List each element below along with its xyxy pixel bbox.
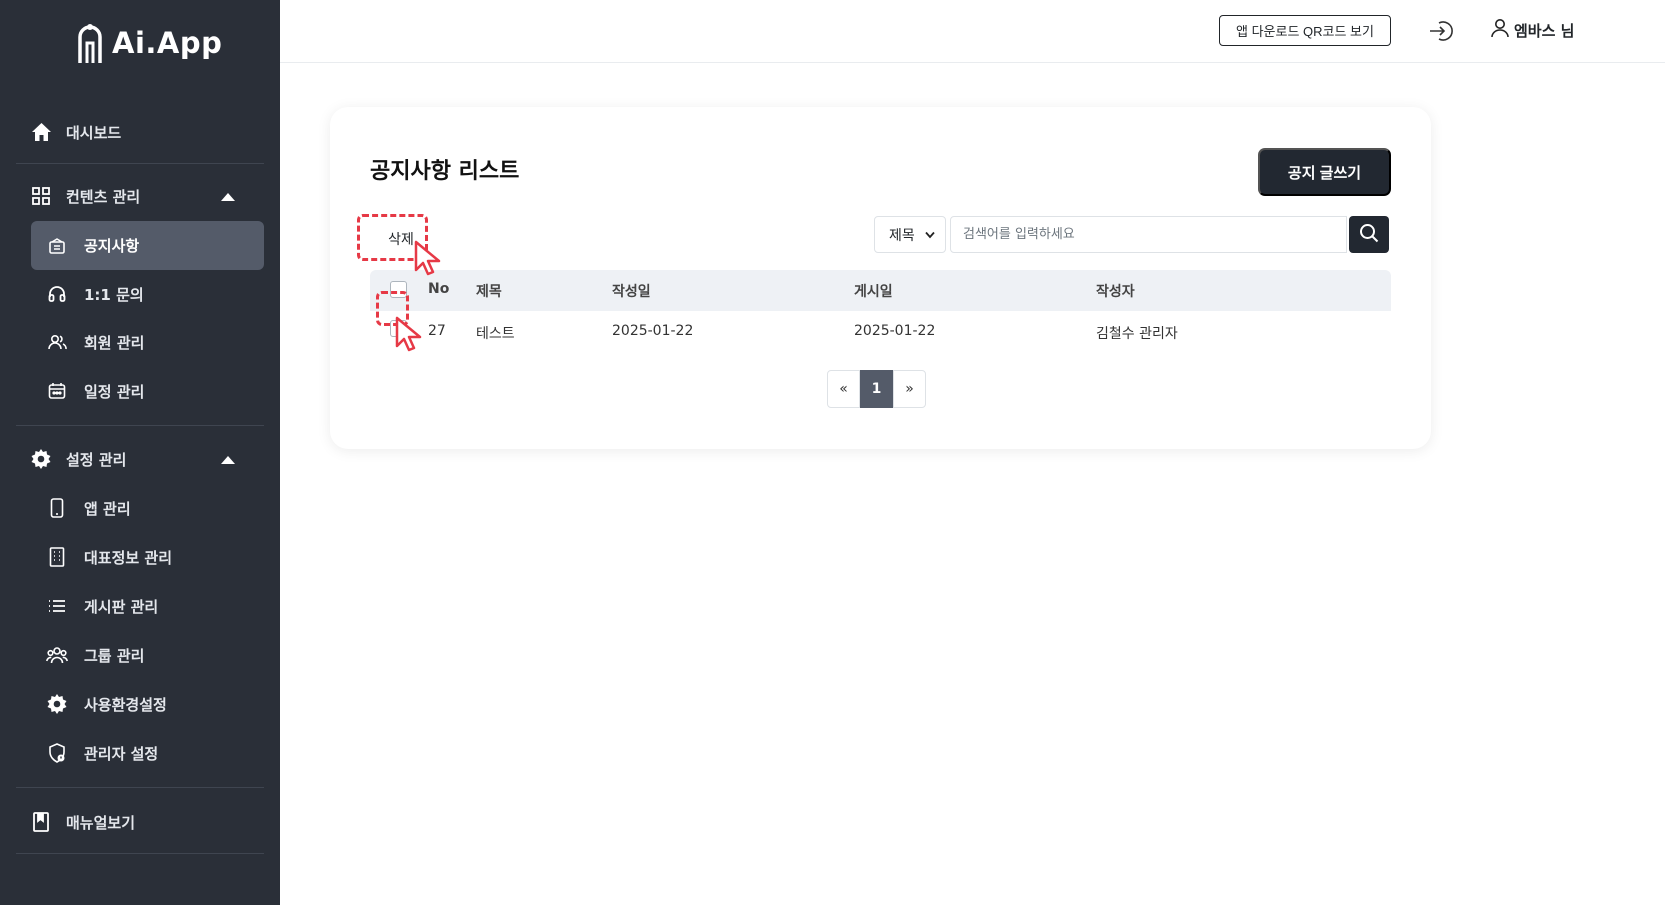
logo-icon [78, 24, 102, 63]
building-icon [46, 546, 68, 568]
row-created-date: 2025-01-22 [612, 323, 694, 339]
sidebar-item-manual[interactable]: 매뉴얼보기 [30, 811, 135, 833]
search-button[interactable] [1349, 216, 1389, 253]
sidebar: Ai.App 대시보드 컨텐츠 관리 공지사항 1:1 문의 회원 관리 일정 … [0, 0, 280, 905]
sidebar-item-notice[interactable]: 공지사항 [31, 221, 264, 270]
column-header-no: No [428, 281, 450, 297]
headset-icon [46, 283, 68, 305]
sidebar-group-label: 설정 관리 [66, 450, 127, 469]
table-header: No 제목 작성일 게시일 작성자 [370, 270, 1391, 311]
search-input[interactable] [950, 216, 1347, 253]
user-menu[interactable]: 엠바스 님 [1490, 18, 1574, 42]
top-header [280, 0, 1665, 63]
sidebar-item-environment[interactable]: 사용환경설정 [46, 693, 167, 715]
admin-shield-icon [46, 742, 68, 764]
write-notice-button[interactable]: 공지 글쓰기 [1258, 148, 1391, 196]
sidebar-item-schedule[interactable]: 일정 관리 [46, 380, 144, 402]
search-field-value: 제목 [889, 227, 915, 244]
sidebar-item-dashboard[interactable]: 대시보드 [30, 121, 121, 143]
gear-icon [46, 693, 68, 715]
column-header-title: 제목 [476, 284, 502, 300]
gear-icon [30, 448, 52, 470]
chevron-up-icon[interactable] [221, 456, 235, 464]
sidebar-item-company-info[interactable]: 대표정보 관리 [46, 546, 172, 568]
sidebar-item-label: 일정 관리 [84, 382, 145, 401]
column-header-posted: 게시일 [854, 284, 893, 300]
column-header-created: 작성일 [612, 284, 651, 300]
user-name: 엠바스 님 [1514, 21, 1575, 40]
sidebar-item-inquiry[interactable]: 1:1 문의 [46, 283, 144, 305]
logo-text: Ai.App [112, 26, 223, 60]
page-title: 공지사항 리스트 [370, 159, 520, 184]
search-field-select[interactable]: 제목 [874, 216, 946, 253]
home-icon [30, 121, 52, 143]
users-icon [46, 331, 68, 353]
pagination-page[interactable]: 1 [860, 370, 893, 408]
group-icon [46, 644, 68, 666]
book-icon [30, 811, 52, 833]
sidebar-item-label: 앱 관리 [84, 499, 131, 518]
cursor-pointer-icon [395, 316, 422, 352]
pagination: « 1 » [827, 370, 926, 408]
sidebar-item-label: 사용환경설정 [84, 695, 167, 714]
calendar-icon [46, 380, 68, 402]
sidebar-item-app[interactable]: 앱 관리 [46, 497, 131, 519]
sidebar-item-board[interactable]: 게시판 관리 [46, 595, 158, 617]
mobile-icon [46, 497, 68, 519]
row-title[interactable]: 테스트 [476, 323, 515, 343]
sidebar-item-label: 대시보드 [66, 123, 122, 142]
pagination-prev[interactable]: « [827, 370, 860, 408]
sidebar-item-label: 공지사항 [84, 237, 140, 255]
sidebar-group-label: 컨텐츠 관리 [66, 187, 141, 206]
sidebar-group-settings[interactable]: 설정 관리 [30, 448, 126, 470]
sidebar-divider [16, 853, 264, 854]
sidebar-item-label: 회원 관리 [84, 333, 145, 352]
qr-download-button[interactable]: 앱 다운로드 QR코드 보기 [1219, 15, 1391, 46]
chevron-down-icon [925, 227, 935, 243]
column-header-author: 작성자 [1096, 284, 1135, 300]
sidebar-divider [16, 163, 264, 164]
sidebar-item-members[interactable]: 회원 관리 [46, 331, 144, 353]
cursor-pointer-icon [414, 240, 441, 276]
sidebar-divider [16, 425, 264, 426]
sidebar-item-label: 매뉴얼보기 [66, 813, 136, 832]
search-icon [1359, 223, 1379, 246]
sidebar-item-label: 1:1 문의 [84, 285, 144, 304]
sidebar-item-label: 그룹 관리 [84, 646, 145, 665]
row-author: 김철수 관리자 [1096, 326, 1178, 342]
user-icon [1490, 18, 1510, 42]
logout-icon[interactable] [1427, 17, 1455, 45]
pagination-next[interactable]: » [893, 370, 926, 408]
sidebar-item-label: 관리자 설정 [84, 744, 159, 763]
sidebar-item-group[interactable]: 그룹 관리 [46, 644, 144, 666]
notice-icon [46, 235, 68, 257]
list-icon [46, 595, 68, 617]
row-no: 27 [428, 323, 446, 339]
app-logo[interactable]: Ai.App [74, 20, 222, 66]
table-row[interactable]: 27 테스트 2025-01-22 2025-01-22 김철수 관리자 [370, 311, 1391, 351]
sidebar-item-label: 대표정보 관리 [84, 548, 173, 567]
row-posted-date: 2025-01-22 [854, 323, 936, 339]
sidebar-divider [16, 787, 264, 788]
chevron-up-icon[interactable] [221, 193, 235, 201]
sidebar-item-label: 게시판 관리 [84, 597, 159, 616]
notice-list-card: 공지사항 리스트 공지 글쓰기 삭제 제목 No 제목 작성일 게시일 작성자 … [330, 107, 1431, 449]
grid-icon [30, 185, 52, 207]
sidebar-group-contents[interactable]: 컨텐츠 관리 [30, 185, 140, 207]
sidebar-item-admin[interactable]: 관리자 설정 [46, 742, 158, 764]
